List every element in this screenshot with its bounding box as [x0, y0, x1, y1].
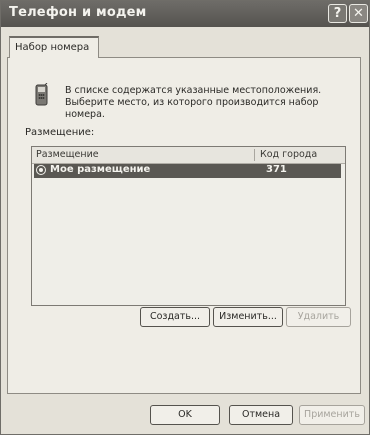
edit-button[interactable]: Изменить... [213, 307, 283, 327]
window-title: Телефон и модем [9, 5, 147, 20]
locations-list[interactable]: Размещение Код города Мое размещение 371 [31, 146, 346, 306]
create-button[interactable]: Создать... [140, 307, 210, 327]
locations-label: Размещение: [25, 127, 95, 138]
dialing-description: В списке содержатся указанные местополож… [65, 85, 355, 121]
phone-icon [35, 83, 48, 106]
help-button[interactable]: ? [328, 4, 347, 23]
table-row[interactable]: Мое размещение 371 [34, 164, 341, 178]
close-button[interactable]: ✕ [349, 4, 368, 23]
location-name: Мое размещение [50, 164, 151, 175]
column-divider[interactable] [254, 149, 255, 161]
description-line-2: Выберите место, из которого производится… [65, 97, 319, 120]
location-area-code: 371 [266, 164, 287, 175]
phone-modem-dialog: Телефон и модем ? ✕ Набор номера В списк… [0, 0, 370, 435]
column-header-location[interactable]: Размещение [36, 149, 99, 160]
column-header-area-code[interactable]: Код города [260, 149, 317, 160]
location-radio[interactable] [36, 165, 46, 175]
list-header: Размещение Код города [32, 147, 345, 164]
tab-dialing-rules[interactable]: Набор номера [9, 36, 99, 58]
delete-button[interactable]: Удалить [286, 307, 351, 327]
cancel-button[interactable]: Отмена [229, 405, 293, 425]
title-bar[interactable]: Телефон и модем ? ✕ [1, 1, 369, 27]
apply-button[interactable]: Применить [299, 405, 365, 425]
ok-button[interactable]: OK [150, 405, 220, 425]
description-line-1: В списке содержатся указанные местополож… [65, 85, 322, 96]
